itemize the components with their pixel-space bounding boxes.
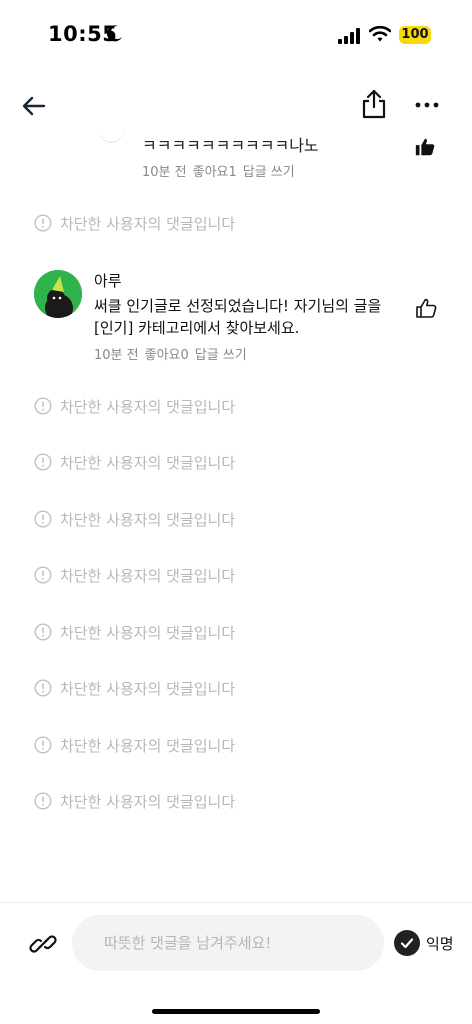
info-icon [34,214,52,232]
battery-indicator: 100 [399,26,431,44]
reply-button[interactable]: 답글 쓰기 [243,161,295,180]
blocked-comment: 차단한 사용자의 댓글입니다 [34,733,235,757]
avatar[interactable] [34,270,82,318]
comment-time: 10분 전 [142,165,187,180]
top-nav [0,84,472,128]
blocked-comment-text: 차단한 사용자의 댓글입니다 [60,679,236,698]
comment-input[interactable] [72,915,384,971]
comment-author[interactable]: 아루 [94,270,122,291]
blocked-comment-text: 차단한 사용자의 댓글입니다 [60,453,236,472]
share-button[interactable] [360,88,388,120]
comment-item: 아루 써클 인기글로 선정되었습니다! 자기님의 글을 [인기] 카테고리에서 … [0,266,472,366]
info-icon [34,679,52,697]
blocked-comment-text: 차단한 사용자의 댓글입니다 [60,397,236,416]
checkmark-icon [394,930,420,956]
info-icon [34,623,52,641]
info-icon [34,566,52,584]
blocked-comment: 차단한 사용자의 댓글입니다 [34,563,235,587]
status-bar: 10:55 100 [0,0,472,70]
blocked-comment-text: 차단한 사용자의 댓글입니다 [60,623,236,642]
more-options-button[interactable] [414,92,440,118]
blocked-comment-text: 차단한 사용자의 댓글입니다 [60,214,236,233]
comment-text: 써클 인기글로 선정되었습니다! 자기님의 글을 [인기] 카테고리에서 찾아보… [94,297,382,337]
blocked-comment: 차단한 사용자의 댓글입니다 [34,620,235,644]
comment-meta: 10분 전 좋아요0 답글 쓰기 [94,344,247,363]
home-indicator [152,1009,320,1014]
reply-button[interactable]: 답글 쓰기 [195,344,247,363]
partial-comment: ㅋㅋㅋㅋㅋㅋㅋㅋㅋㅋ나노 10분 전 좋아요1 답글 쓰기 [0,128,472,188]
link-icon[interactable] [28,929,58,959]
comment-meta: 10분 전 좋아요1 답글 쓰기 [142,161,295,180]
blocked-comment-text: 차단한 사용자의 댓글입니다 [60,792,236,811]
comment-text: ㅋㅋㅋㅋㅋㅋㅋㅋㅋㅋ나노 [142,136,319,155]
blocked-comment: 차단한 사용자의 댓글입니다 [34,507,235,531]
back-button[interactable] [20,92,48,120]
info-icon [34,397,52,415]
blocked-comment: 차단한 사용자의 댓글입니다 [34,789,235,813]
info-icon [34,453,52,471]
comment-time: 10분 전 [94,348,139,363]
moon-icon [106,25,122,42]
thumbs-up-icon[interactable] [414,296,438,320]
blocked-comment-text: 차단한 사용자의 댓글입니다 [60,566,236,585]
like-count[interactable]: 좋아요0 [145,344,189,363]
avatar [96,128,126,143]
comment-input-bar: 익명 [0,902,472,1024]
anonymous-label: 익명 [426,934,454,953]
info-icon [34,510,52,528]
info-icon [34,792,52,810]
blocked-comment: 차단한 사용자의 댓글입니다 [34,394,235,418]
blocked-comment: 차단한 사용자의 댓글입니다 [34,676,235,700]
blocked-comment: 차단한 사용자의 댓글입니다 [34,450,235,474]
like-count[interactable]: 좋아요1 [193,161,237,180]
blocked-comment: 차단한 사용자의 댓글입니다 [34,211,235,235]
cat-avatar-icon [34,270,82,318]
blocked-comment-text: 차단한 사용자의 댓글입니다 [60,736,236,755]
wifi-icon [369,25,391,42]
anonymous-toggle[interactable]: 익명 [394,929,454,957]
cellular-signal-icon [338,28,360,44]
thumbs-up-filled-icon[interactable] [414,136,436,158]
blocked-comment-text: 차단한 사용자의 댓글입니다 [60,510,236,529]
info-icon [34,736,52,754]
